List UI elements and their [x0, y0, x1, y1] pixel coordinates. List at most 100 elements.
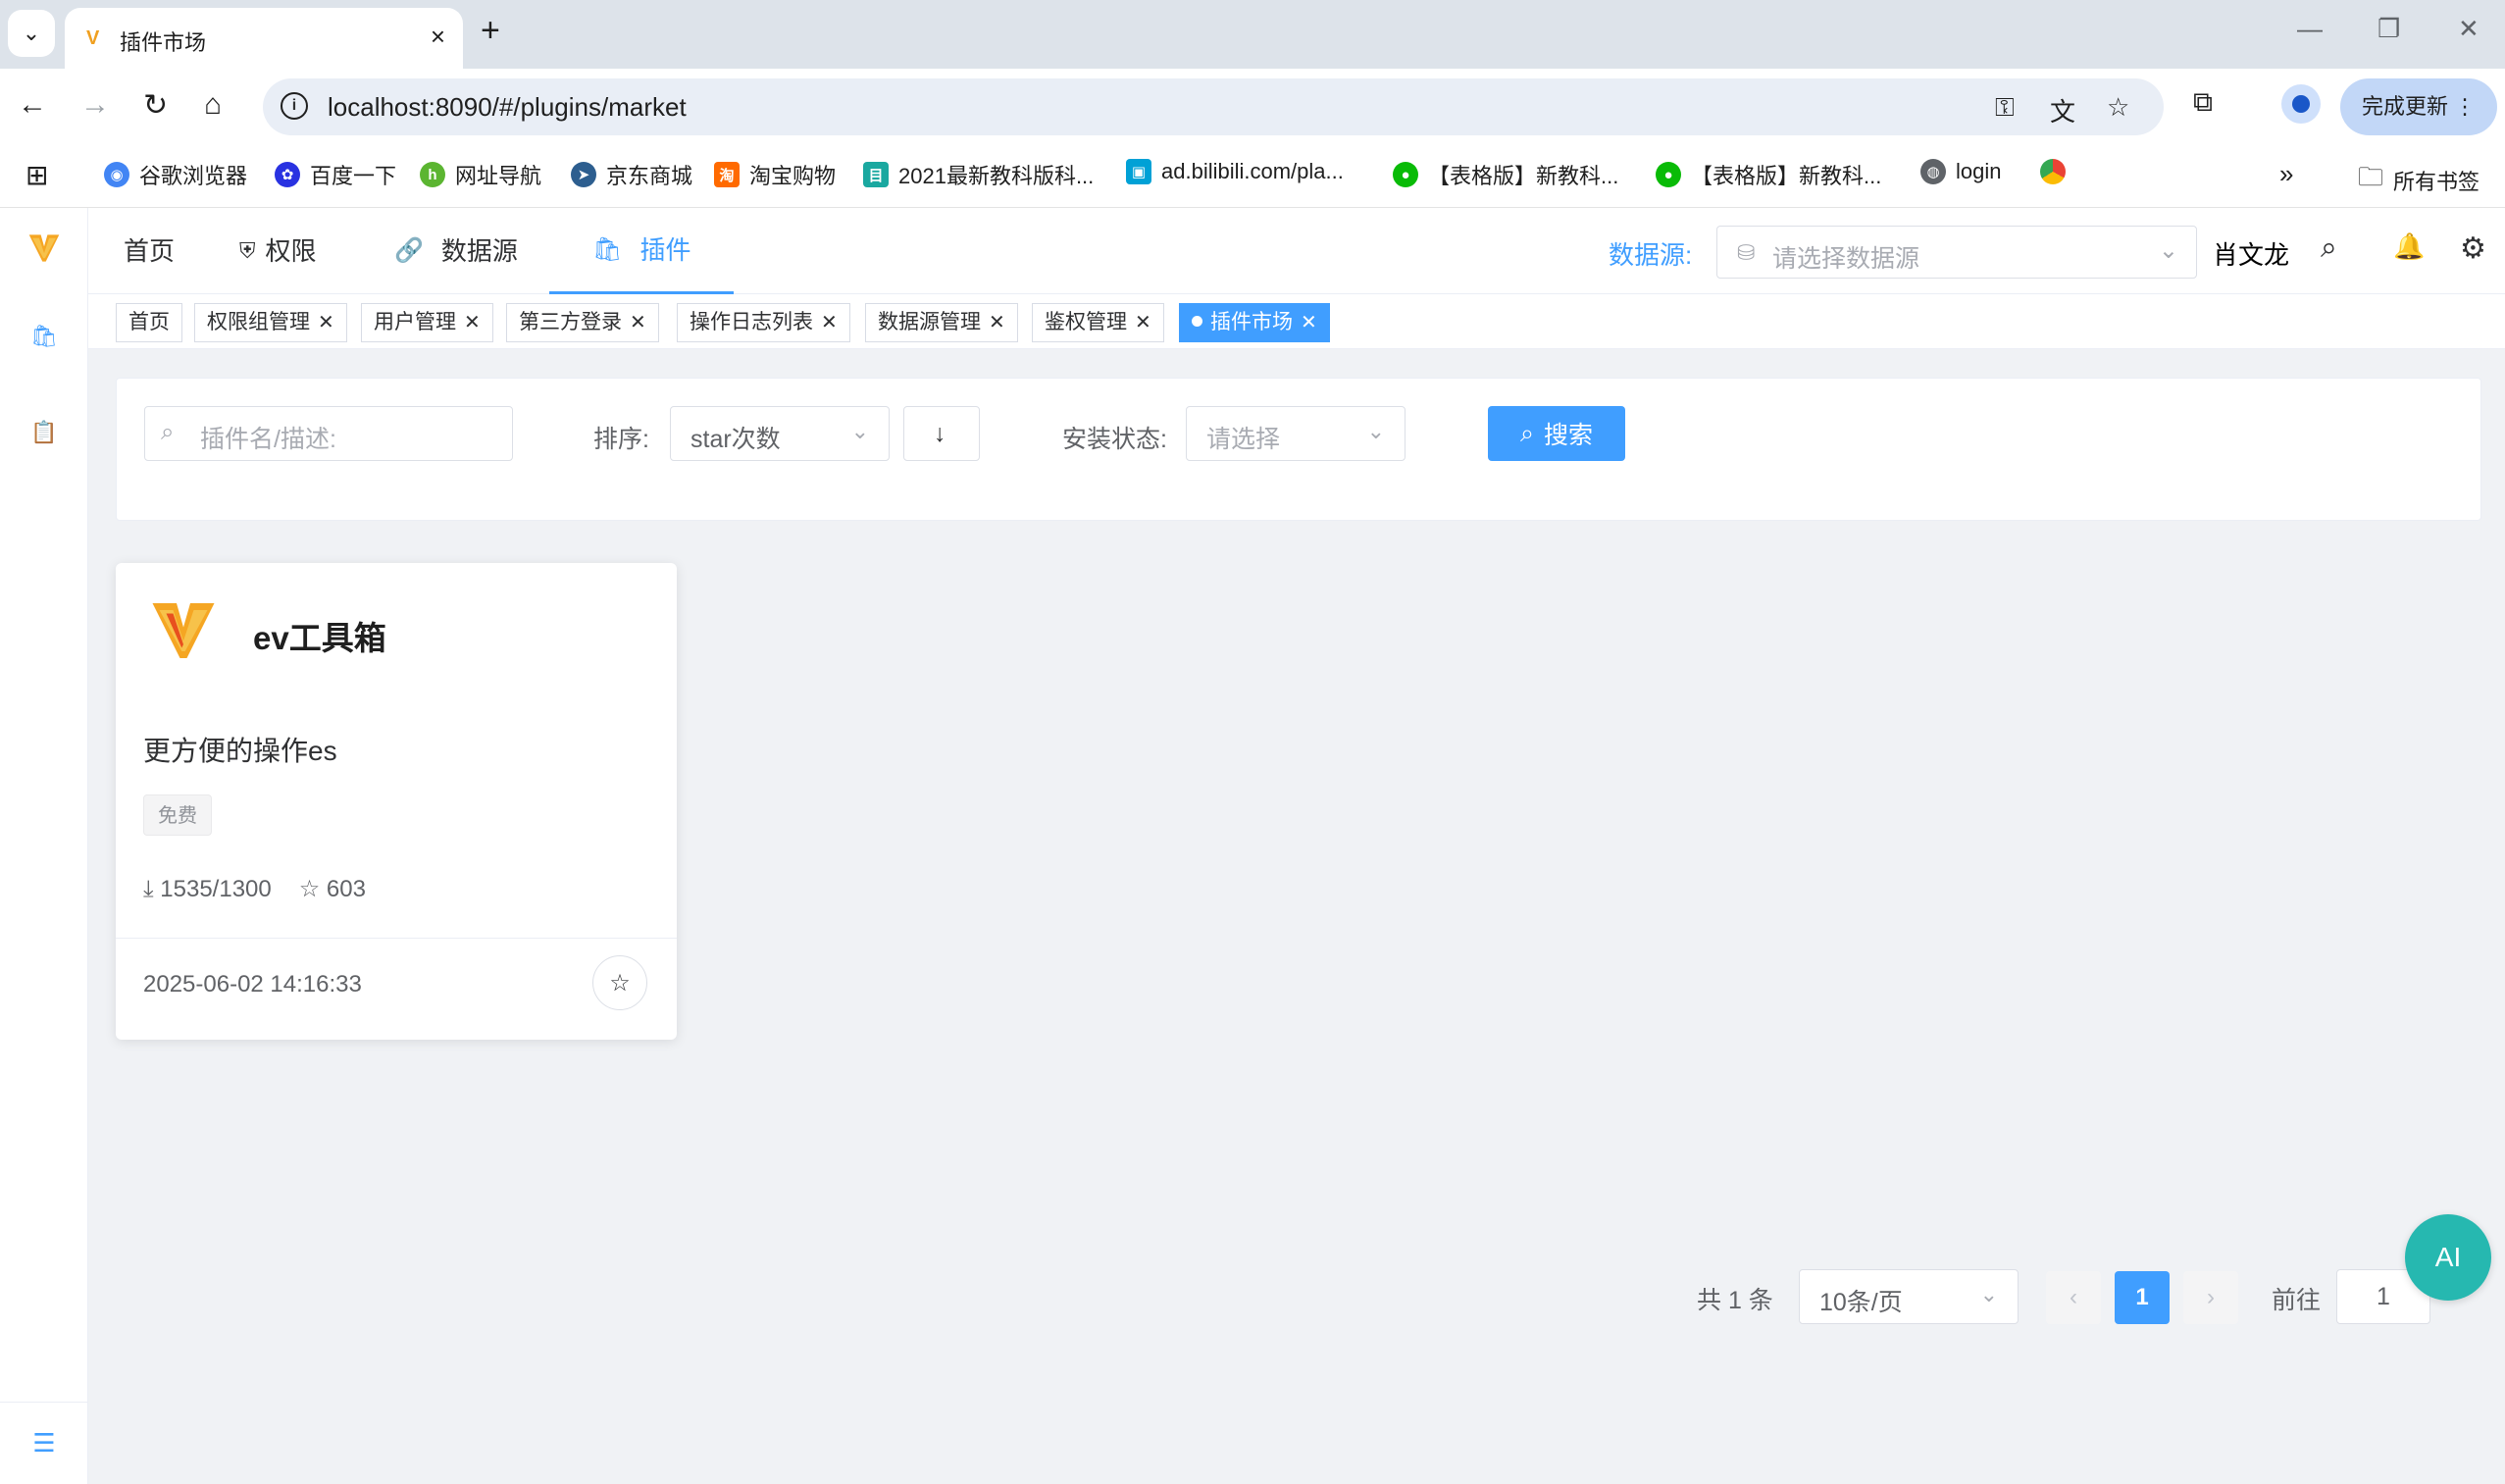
app-container: 🛍 📋 ☰ 首页 ⛨ 权限 🔗 数据源 🛍 插件 数据源: ⛁ 请选择数据源 ⌄ 肖文…: [0, 208, 2505, 1484]
close-icon[interactable]: ✕: [464, 312, 481, 333]
sidebar: 🛍 📋 ☰: [0, 208, 88, 1484]
home-icon[interactable]: ⌂: [204, 88, 222, 122]
install-status-label: 安装状态:: [1062, 426, 1167, 453]
close-icon[interactable]: ✕: [989, 312, 1005, 333]
chevron-down-icon: ⌄: [2158, 237, 2178, 264]
bookmark-item[interactable]: [2040, 159, 2066, 184]
bookmark-item[interactable]: 淘淘宝购物: [714, 159, 836, 190]
goto-label: 前往: [2272, 1287, 2322, 1314]
sort-order-button[interactable]: ↓: [903, 406, 980, 461]
next-page-button[interactable]: ›: [2183, 1271, 2238, 1324]
star-icon: ☆: [298, 876, 321, 902]
apps-grid-icon[interactable]: ⊞: [26, 159, 48, 191]
bag-icon: 🛍: [30, 324, 58, 348]
prev-page-button[interactable]: ‹: [2046, 1271, 2101, 1324]
site-info-icon[interactable]: i: [281, 92, 308, 120]
reload-icon[interactable]: ↻: [143, 88, 168, 123]
restore-icon[interactable]: ❐: [2377, 14, 2400, 44]
nav-home[interactable]: 首页: [124, 208, 175, 294]
tag-user-management[interactable]: 用户管理 ✕: [361, 303, 493, 342]
password-key-icon[interactable]: ⚿: [1995, 92, 2015, 124]
chevron-down-icon: ⌄: [850, 419, 869, 443]
forward-icon[interactable]: →: [80, 88, 110, 122]
plugin-card[interactable]: ev工具箱 更方便的操作es 免费 ⤓ 1535/1300 ☆ 603 2025…: [116, 563, 677, 1040]
sidebar-item-plugin[interactable]: 🛍: [0, 302, 88, 371]
bookmark-item[interactable]: h 网址导航: [420, 159, 541, 190]
close-icon[interactable]: ✕: [630, 312, 646, 333]
tag-operation-log[interactable]: 操作日志列表 ✕: [677, 303, 850, 342]
browser-tab[interactable]: V 插件市场 ×: [65, 8, 463, 69]
plugin-logo-icon: [152, 603, 215, 658]
tags-view-bar: 首页 权限组管理 ✕ 用户管理 ✕ 第三方登录 ✕ 操作日志列表 ✕ 数据源管理 ✕ 鉴权…: [88, 294, 2505, 349]
tab-search-button[interactable]: ⌄: [8, 10, 55, 57]
bell-icon[interactable]: 🔔: [2393, 231, 2425, 262]
sort-select[interactable]: star次数 ⌄: [670, 406, 890, 461]
chevron-down-icon: ⌄: [1979, 1282, 1998, 1306]
minimize-icon[interactable]: —: [2297, 14, 2323, 44]
ai-assistant-button[interactable]: AI: [2405, 1214, 2491, 1301]
more-bookmarks-icon[interactable]: »: [2279, 159, 2293, 189]
translate-icon[interactable]: 文: [2050, 92, 2075, 128]
datasource-placeholder: 请选择数据源: [1772, 245, 1920, 273]
all-bookmarks-folder[interactable]: 🗀 所有书签: [2358, 159, 2479, 202]
tag-permission-group[interactable]: 权限组管理 ✕: [194, 303, 347, 342]
profile-avatar[interactable]: [2281, 84, 2321, 124]
update-button[interactable]: 完成更新 ⋮: [2340, 78, 2497, 135]
chevron-down-icon: ⌄: [1366, 419, 1385, 443]
pagination-total: 共 1 条: [1697, 1287, 1773, 1314]
search-icon[interactable]: ⌕: [2321, 231, 2337, 265]
datasource-select[interactable]: ⛁ 请选择数据源 ⌄: [1716, 226, 2197, 279]
status-placeholder: 请选择: [1206, 426, 1281, 453]
collapse-sidebar-icon[interactable]: ☰: [0, 1402, 88, 1484]
close-icon[interactable]: ✕: [318, 312, 334, 333]
sidebar-item-list[interactable]: 📋: [0, 398, 88, 467]
back-icon[interactable]: ←: [18, 88, 47, 122]
bookmark-item[interactable]: ● 【表格版】新教科...: [1656, 159, 1881, 190]
page-button-current[interactable]: 1: [2115, 1271, 2170, 1324]
tag-plugin-market[interactable]: 插件市场 ✕: [1179, 303, 1330, 342]
taobao-icon: 淘: [714, 162, 740, 187]
page-size-value: 10条/页: [1819, 1289, 1903, 1316]
plugin-stats: ⤓ 1535/1300 ☆ 603: [143, 875, 366, 903]
tag-datasource-management[interactable]: 数据源管理 ✕: [865, 303, 1018, 342]
active-dot: [1192, 315, 1202, 327]
user-name[interactable]: 肖文龙: [2213, 235, 2289, 272]
window-close-icon[interactable]: ✕: [2458, 14, 2479, 44]
close-icon[interactable]: ✕: [1135, 312, 1151, 333]
tab-close-icon[interactable]: ×: [431, 22, 445, 52]
globe-icon: ◍: [1920, 159, 1946, 184]
new-tab-icon[interactable]: +: [481, 12, 500, 50]
install-status-select[interactable]: 请选择 ⌄: [1186, 406, 1406, 461]
plugin-name: ev工具箱: [253, 620, 386, 656]
bookmark-item[interactable]: ✿ 百度一下: [275, 159, 396, 190]
extensions-icon[interactable]: ⧉: [2193, 86, 2213, 119]
tag-third-party-login[interactable]: 第三方登录 ✕: [506, 303, 659, 342]
sort-value: star次数: [690, 426, 781, 453]
plugin-date: 2025-06-02 14:16:33: [143, 971, 362, 998]
bookmark-item[interactable]: ➤ 京东商城: [571, 159, 692, 190]
hao123-icon: h: [420, 162, 445, 187]
bookmark-star-icon[interactable]: ☆: [2107, 92, 2129, 123]
bookmark-item[interactable]: ◉ 谷歌浏览器: [104, 159, 247, 190]
page-size-select[interactable]: 10条/页 ⌄: [1799, 1269, 2019, 1324]
close-icon[interactable]: ✕: [821, 312, 838, 333]
bookmark-item[interactable]: ◍ login: [1920, 159, 2001, 184]
tag-home[interactable]: 首页: [116, 303, 182, 342]
nav-plugins[interactable]: 🛍 插件: [549, 208, 735, 294]
nav-permissions[interactable]: ⛨ 权限: [239, 208, 317, 294]
omnibox[interactable]: i localhost:8090/#/plugins/market ⚿ 文 ☆: [263, 78, 2164, 135]
close-icon[interactable]: ✕: [1301, 312, 1317, 333]
plugin-search-input[interactable]: ⌕ 插件名/描述:: [144, 406, 513, 461]
favorite-star-button[interactable]: ☆: [592, 955, 647, 1010]
bookmark-item[interactable]: ● 【表格版】新教科...: [1393, 159, 1618, 190]
bookmark-item[interactable]: ▣ ad.bilibili.com/pla...: [1126, 159, 1344, 184]
bookmark-item[interactable]: 目 2021最新教科版科...: [863, 159, 1094, 190]
shield-icon: ⛨: [239, 238, 256, 263]
tag-auth-management[interactable]: 鉴权管理 ✕: [1032, 303, 1164, 342]
app-logo-icon[interactable]: [27, 231, 61, 265]
nav-datasource[interactable]: 🔗 数据源: [394, 208, 518, 294]
chrome-web-store-icon: [2040, 159, 2066, 184]
url-text[interactable]: localhost:8090/#/plugins/market: [328, 92, 687, 123]
search-button[interactable]: ⌕ 搜索: [1488, 406, 1625, 461]
settings-icon[interactable]: ⚙: [2460, 231, 2486, 266]
